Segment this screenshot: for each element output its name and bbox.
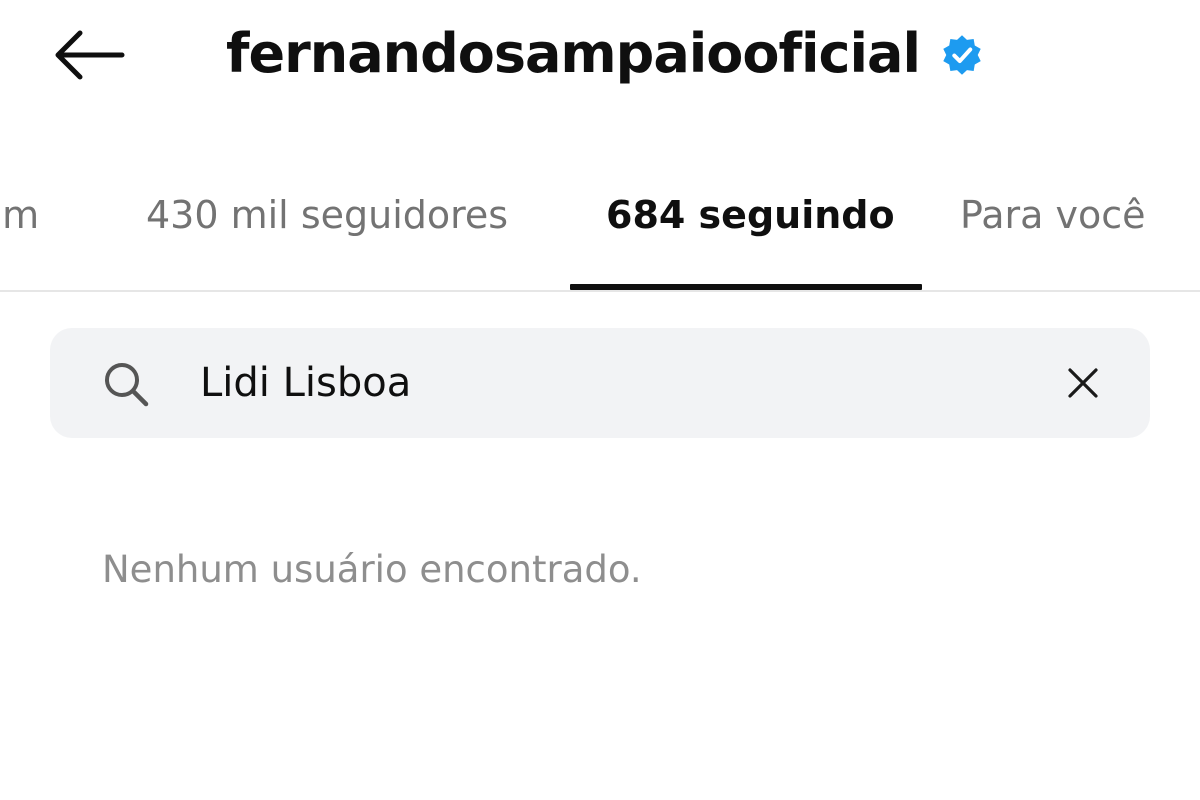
tab-partial[interactable]: um bbox=[0, 190, 39, 240]
back-button[interactable] bbox=[44, 22, 132, 88]
verified-badge-icon bbox=[943, 35, 981, 75]
arrow-left-icon bbox=[55, 30, 125, 80]
tab-following[interactable]: 684 seguindo bbox=[606, 190, 895, 240]
page-title: fernandosampaiooficial bbox=[226, 18, 984, 88]
search-bar bbox=[50, 328, 1150, 438]
header: fernandosampaiooficial bbox=[0, 0, 1200, 110]
following-list-page: fernandosampaiooficial um 430 mil seguid… bbox=[0, 0, 1200, 800]
search-input[interactable] bbox=[200, 350, 1020, 416]
clear-search-button[interactable] bbox=[1060, 360, 1106, 406]
tab-bar: um 430 mil seguidores 684 seguindo Para … bbox=[0, 160, 1200, 292]
close-icon bbox=[1068, 368, 1098, 398]
search-icon bbox=[105, 363, 149, 407]
divider bbox=[0, 290, 1200, 292]
tab-followers[interactable]: 430 mil seguidores bbox=[146, 190, 508, 240]
tab-for-you[interactable]: Para você bbox=[960, 190, 1146, 240]
username-title: fernandosampaiooficial bbox=[226, 21, 921, 85]
empty-results-message: Nenhum usuário encontrado. bbox=[102, 548, 642, 591]
